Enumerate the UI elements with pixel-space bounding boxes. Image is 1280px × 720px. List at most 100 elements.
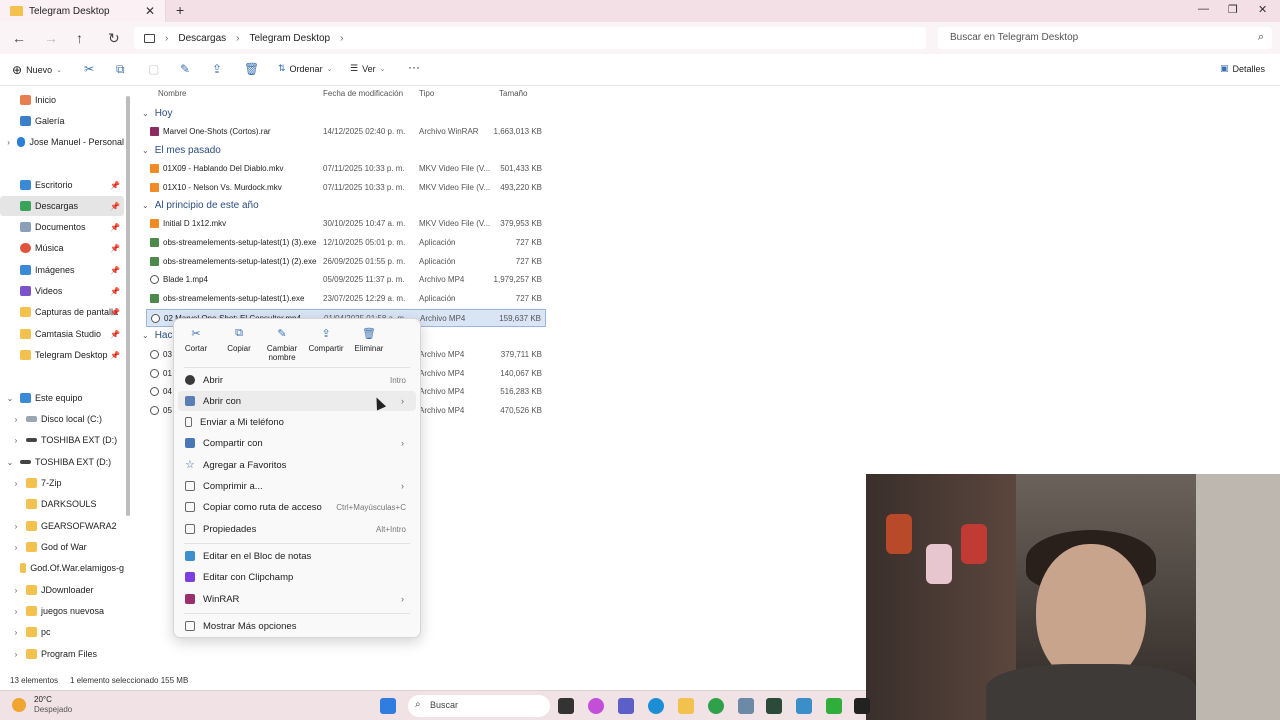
sidebar-item-gearsofwar[interactable]: › GEARSOFWARA2 <box>0 516 124 536</box>
cut-icon[interactable]: ✂ <box>84 62 94 76</box>
breadcrumb[interactable]: › Descargas › Telegram Desktop › <box>134 27 926 49</box>
sidebar-item-7zip[interactable]: › 7-Zip <box>0 473 124 493</box>
maximize-button[interactable]: ❐ <box>1228 3 1238 16</box>
edge-icon[interactable] <box>648 698 664 714</box>
sidebar-item-darksouls[interactable]: DARKSOULS <box>0 494 124 514</box>
column-header-size[interactable]: Tamaño <box>499 89 527 98</box>
column-header-name[interactable]: Nombre <box>158 89 186 98</box>
delete-button[interactable]: 🗑 Eliminar <box>347 327 391 353</box>
chevron-down-icon[interactable]: ⌄ <box>4 394 16 403</box>
table-row[interactable]: obs-streamelements-setup-latest(1).exe 23… <box>146 290 546 308</box>
share-button[interactable]: ⇪ Compartir <box>304 327 348 353</box>
rename-button[interactable]: ✎ Cambiar nombre <box>260 327 304 362</box>
menu-item-propiedades[interactable]: Propiedades Alt+Intro <box>178 519 416 539</box>
search-input[interactable]: Buscar en Telegram Desktop ⌕ <box>938 27 1272 49</box>
view-button[interactable]: ☰ Ver ⌄ <box>350 63 385 74</box>
chevron-right-icon[interactable]: › <box>10 607 22 616</box>
sidebar-item-documentos[interactable]: Documentos 📌 <box>0 217 124 237</box>
start-icon[interactable] <box>380 698 396 714</box>
menu-item-copiar-ruta[interactable]: Copiar como ruta de acceso Ctrl+Mayúscula… <box>178 497 416 517</box>
table-row[interactable]: 01X09 - Hablando Del Diablo.mkv 07/11/202… <box>146 160 546 178</box>
details-button[interactable]: ▣ Detalles <box>1220 63 1265 74</box>
camtasia-icon[interactable] <box>826 698 842 714</box>
chevron-right-icon[interactable]: › <box>10 479 22 488</box>
group-header[interactable]: ⌄ El mes pasado <box>142 145 221 156</box>
telegram-icon[interactable] <box>796 698 812 714</box>
sidebar-item-juegos[interactable]: › juegos nuevosa <box>0 601 124 621</box>
chevron-right-icon[interactable]: › <box>4 138 13 147</box>
menu-item-favoritos[interactable]: ☆ Agregar a Favoritos <box>178 455 416 475</box>
sidebar-item-imagenes[interactable]: Imágenes 📌 <box>0 260 124 280</box>
copilot-icon[interactable] <box>588 698 604 714</box>
new-tab-button[interactable]: + <box>176 2 184 18</box>
window-tab[interactable]: Telegram Desktop ✕ <box>0 0 166 22</box>
sidebar-item-videos[interactable]: Videos 📌 <box>0 281 124 301</box>
menu-item-compartir-con[interactable]: Compartir con › <box>178 433 416 453</box>
table-row[interactable]: Initial D 1x12.mkv 30/10/2025 10:47 a. m.… <box>146 215 546 233</box>
breadcrumb-item-descargas[interactable]: Descargas <box>178 33 226 44</box>
up-button[interactable]: ↑ <box>76 30 83 46</box>
back-button[interactable]: ← <box>12 30 26 46</box>
sidebar-item-onedrive[interactable]: › Jose Manuel - Personal <box>0 132 124 152</box>
refresh-button[interactable]: ↻ <box>108 30 120 47</box>
sidebar-item-toshiba-1[interactable]: › TOSHIBA EXT (D:) <box>0 430 124 450</box>
sort-button[interactable]: ⇅ Ordenar ⌄ <box>278 63 332 74</box>
group-header[interactable]: ⌄ Hoy <box>142 108 173 119</box>
chevron-right-icon[interactable]: › <box>10 436 22 445</box>
menu-item-bloc-notas[interactable]: Editar en el Bloc de notas <box>178 546 416 566</box>
chrome-icon[interactable] <box>708 698 724 714</box>
sidebar-item-escritorio[interactable]: Escritorio 📌 <box>0 175 124 195</box>
chevron-right-icon[interactable]: › <box>10 415 22 424</box>
paste-icon[interactable]: ▢ <box>148 62 159 76</box>
sidebar-item-inicio[interactable]: Inicio <box>0 90 124 110</box>
sidebar-item-descargas[interactable]: Descargas 📌 <box>0 196 124 216</box>
breadcrumb-item-telegram[interactable]: Telegram Desktop <box>250 33 331 44</box>
terminal-icon[interactable] <box>766 698 782 714</box>
sidebar-item-telegram[interactable]: Telegram Desktop 📌 <box>0 345 124 365</box>
share-icon[interactable]: ⇪ <box>212 62 222 76</box>
copy-icon[interactable]: ⧉ <box>116 62 125 77</box>
chevron-right-icon[interactable]: › <box>10 628 22 637</box>
table-row[interactable]: obs-streamelements-setup-latest(1) (3).e… <box>146 234 546 252</box>
table-row[interactable]: 01X10 - Nelson Vs. Murdock.mkv 07/11/2025… <box>146 179 546 197</box>
forward-button[interactable]: → <box>44 30 58 46</box>
menu-item-comprimir[interactable]: Comprimir a... › <box>178 476 416 496</box>
sidebar-item-program-files[interactable]: › Program Files <box>0 644 124 664</box>
chevron-right-icon[interactable]: › <box>10 543 22 552</box>
chevron-right-icon[interactable]: › <box>10 650 22 659</box>
sidebar-item-camtasia[interactable]: Camtasia Studio 📌 <box>0 324 124 344</box>
new-button[interactable]: ⊕ Nuevo ⌄ <box>12 63 62 77</box>
sidebar-item-musica[interactable]: Música 📌 <box>0 238 124 258</box>
sidebar-item-galeria[interactable]: Galería <box>0 111 124 131</box>
copy-button[interactable]: ⧉ Copiar <box>217 327 261 353</box>
table-row[interactable]: Blade 1.mp4 05/09/2025 11:37 p. m. Archivo… <box>146 271 546 289</box>
menu-item-mas-opciones[interactable]: Mostrar Más opciones <box>178 616 416 636</box>
sidebar-item-pc[interactable]: › pc <box>0 622 124 642</box>
app-icon[interactable] <box>854 698 870 714</box>
chevron-down-icon[interactable]: ⌄ <box>4 458 16 467</box>
sidebar-item-jdownloader[interactable]: › JDownloader <box>0 580 124 600</box>
task-view-icon[interactable] <box>558 698 574 714</box>
table-row[interactable]: obs-streamelements-setup-latest(1) (2).e… <box>146 253 546 271</box>
teams-icon[interactable] <box>618 698 634 714</box>
more-options-button[interactable]: ··· <box>408 60 420 74</box>
cut-button[interactable]: ✂ Cortar <box>174 327 218 353</box>
menu-item-enviar-telefono[interactable]: Enviar a Mi teléfono <box>178 412 416 432</box>
minimize-button[interactable]: — <box>1198 3 1209 15</box>
chevron-right-icon[interactable]: › <box>10 522 22 531</box>
sidebar-scrollbar[interactable] <box>126 96 130 516</box>
sidebar-item-capturas[interactable]: Capturas de pantalla 📌 <box>0 302 124 322</box>
table-row[interactable]: Marvel One-Shots (Cortos).rar 14/12/2025 … <box>146 123 546 141</box>
column-header-type[interactable]: Tipo <box>419 89 434 98</box>
sidebar-item-godofwar[interactable]: › God of War <box>0 537 124 557</box>
taskbar-search[interactable]: ⌕ Buscar <box>408 695 550 717</box>
close-window-button[interactable]: ✕ <box>1258 3 1267 16</box>
sidebar-item-este-equipo[interactable]: ⌄ Este equipo <box>0 388 124 408</box>
column-header-date[interactable]: Fecha de modificación <box>323 89 403 98</box>
menu-item-winrar[interactable]: WinRAR › <box>178 589 416 609</box>
sidebar-item-toshiba-2[interactable]: ⌄ TOSHIBA EXT (D:) <box>0 452 124 472</box>
notepad-icon[interactable] <box>738 698 754 714</box>
sidebar-item-godofwar-elamigos[interactable]: God.Of.War.elamigos-g <box>0 558 124 578</box>
file-explorer-icon[interactable] <box>678 698 694 714</box>
group-header[interactable]: ⌄ Al principio de este año <box>142 200 259 211</box>
